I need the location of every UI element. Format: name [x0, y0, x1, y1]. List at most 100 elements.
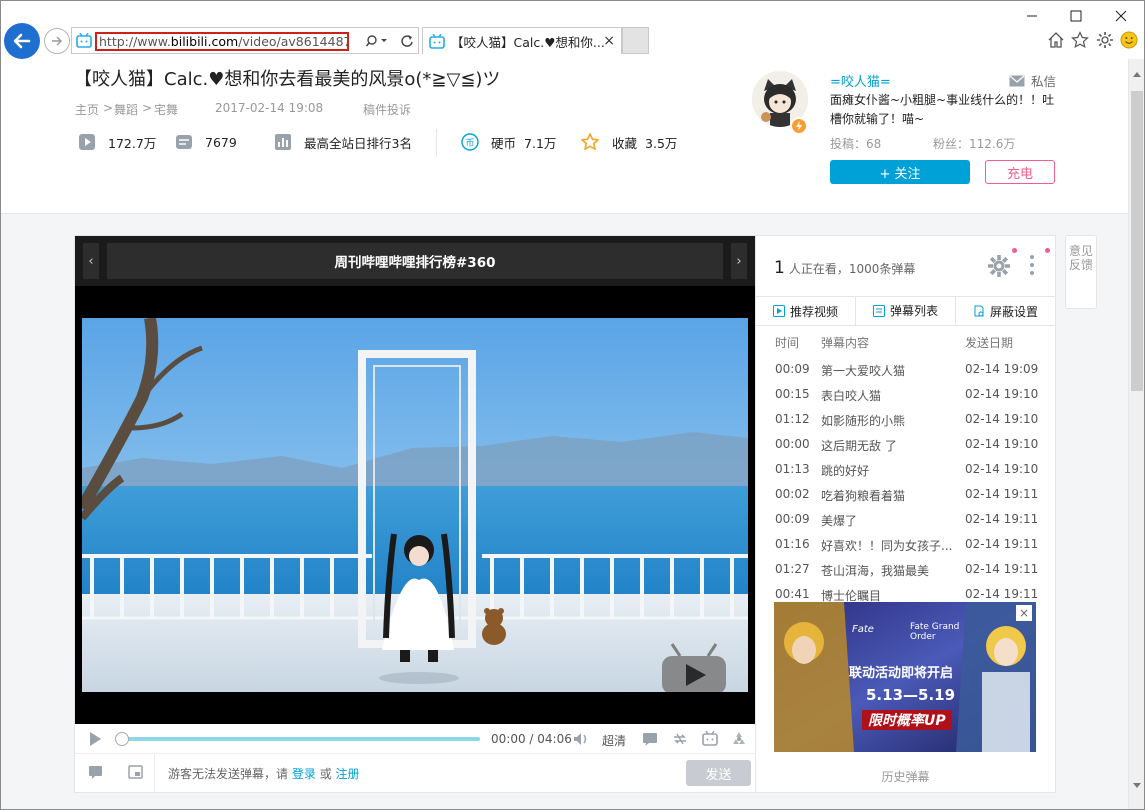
feedback-smiley-button[interactable]: [1118, 29, 1140, 51]
crumb-subcategory[interactable]: 宅舞: [154, 101, 178, 118]
refresh-icon[interactable]: [400, 34, 414, 48]
settings-gear-icon[interactable]: [987, 254, 1011, 278]
smiley-icon: [1120, 31, 1138, 49]
scroll-down-icon[interactable]: [1133, 783, 1141, 789]
forward-button[interactable]: [44, 28, 70, 54]
scroll-up-icon[interactable]: [1133, 71, 1141, 77]
danmaku-row[interactable]: 00:00 这后期无敌 了 02-14 19:10: [756, 433, 1055, 458]
login-hint: 游客无法发送弹幕，请 登录 或 注册: [168, 767, 360, 781]
danmaku-date: 02-14 19:10: [965, 412, 1039, 426]
favorites-button[interactable]: [1069, 29, 1091, 51]
follow-button[interactable]: + 关注: [830, 160, 970, 184]
arrow-right-icon: [52, 36, 62, 46]
volume-icon[interactable]: [573, 732, 589, 746]
danmaku-content: 吃着狗粮看着猫: [821, 489, 906, 503]
browser-window: http://www.bilibili.com/video/av8614487/…: [0, 0, 1145, 810]
danmaku-content: 第一大爱咬人猫: [821, 364, 906, 378]
scrollbar-thumb[interactable]: [1131, 91, 1143, 391]
danmaku-row[interactable]: 01:12 如影随形的小熊 02-14 19:10: [756, 408, 1055, 433]
bilibili-tv-icon[interactable]: [702, 731, 718, 746]
play-icon[interactable]: [87, 731, 103, 747]
ad-close-button[interactable]: ×: [1016, 605, 1032, 621]
danmaku-content: 如影随形的小熊: [821, 414, 906, 428]
tab-danmaku-list[interactable]: 弹幕列表: [856, 297, 956, 325]
danmaku-toggle-icon[interactable]: [642, 732, 658, 746]
tab-block-settings[interactable]: 屏蔽设置: [956, 297, 1055, 325]
progress-handle[interactable]: [115, 732, 129, 746]
page-content: 【咬人猫】Calc.♥想和你去看最美的风景o(*≧▽≦)ツ 主页 > 舞蹈 > …: [1, 59, 1128, 809]
address-bar[interactable]: http://www.bilibili.com/video/av8614487/: [71, 27, 419, 54]
ad-rateup: 限时概率UP: [862, 710, 952, 730]
arrow-left-icon: [13, 33, 31, 49]
danmaku-content: 这后期无敌 了: [821, 439, 897, 453]
tab-recommended[interactable]: 推荐视频: [756, 297, 856, 325]
close-icon: [1115, 10, 1127, 22]
maximize-button[interactable]: [1056, 5, 1096, 27]
crumb-home[interactable]: 主页: [75, 101, 99, 118]
rank-icon: [275, 134, 291, 150]
minimize-button[interactable]: [1012, 5, 1052, 27]
column-date[interactable]: 发送日期: [965, 334, 1013, 351]
play-count: 172.7万: [78, 129, 156, 155]
danmaku-row[interactable]: 01:16 好喜欢！！同为女孩子... 02-14 19:11: [756, 533, 1055, 558]
playlist-prev-button[interactable]: ‹: [83, 243, 99, 279]
vertical-scrollbar[interactable]: [1128, 59, 1144, 809]
danmaku-style-icon[interactable]: [88, 765, 104, 780]
loop-icon[interactable]: [672, 731, 688, 747]
danmaku-content: 表白咬人猫: [821, 389, 882, 403]
video-title: 【咬人猫】Calc.♥想和你去看最美的风景o(*≧▽≦)ツ: [74, 69, 501, 90]
danmaku-row[interactable]: 00:09 美爆了 02-14 19:11: [756, 508, 1055, 533]
quality-selector[interactable]: 超清: [602, 732, 626, 749]
danmaku-row[interactable]: 01:13 跳的好好 02-14 19:10: [756, 458, 1055, 483]
send-button[interactable]: 发送: [686, 760, 751, 786]
close-window-button[interactable]: [1101, 5, 1141, 27]
coin-button[interactable]: 币 硬币 7.1万: [461, 129, 556, 155]
playlist-bar: ‹ 周刊哔哩哔哩排行榜#360 ›: [75, 236, 755, 286]
mail-icon: [1009, 75, 1025, 86]
playlist-next-button[interactable]: ›: [731, 243, 747, 279]
crumb-separator: >: [142, 101, 153, 115]
danmaku-row[interactable]: 00:09 第一大爱咬人猫 02-14 19:09: [756, 358, 1055, 383]
favorite-button[interactable]: 收藏 3.5万: [580, 129, 677, 155]
fullscreen-icon[interactable]: [731, 731, 747, 747]
history-danmaku-link[interactable]: 历史弹幕: [756, 768, 1055, 785]
ad-fate-logo: Fate: [852, 624, 874, 635]
danmaku-sidebar: 1 人正在看，1000条弹幕 推荐视频 弹幕列表 屏蔽设置 时间 弹幕内容 发送…: [756, 235, 1056, 793]
danmaku-time: 01:16: [775, 537, 810, 551]
play-count-icon: [79, 134, 95, 150]
danmaku-settings-icon[interactable]: [128, 765, 144, 780]
private-message-button[interactable]: 私信: [1009, 71, 1056, 90]
home-button[interactable]: [1045, 29, 1067, 51]
column-time[interactable]: 时间: [775, 334, 799, 351]
uploader-fans: 粉丝：112.6万: [933, 137, 1016, 151]
danmaku-content: 苍山洱海，我猫最美: [821, 564, 930, 578]
danmaku-row[interactable]: 00:02 吃着狗粮看着猫 02-14 19:11: [756, 483, 1055, 508]
uploader-description: 面瘫女仆酱~小粗腿~事业线什么的！！吐槽你就输了！喵~: [830, 93, 1055, 126]
danmaku-row[interactable]: 01:27 苍山洱海，我猫最美 02-14 19:11: [756, 558, 1055, 583]
login-link[interactable]: 登录: [292, 767, 316, 781]
uploader-name[interactable]: =咬人猫=: [830, 71, 891, 90]
search-dropdown-icon[interactable]: [366, 34, 388, 48]
tools-button[interactable]: [1094, 29, 1116, 51]
fgo-advertisement[interactable]: Fate Fate Grand Order 联动活动即将开启 5.13—5.19…: [774, 602, 1036, 752]
url-text[interactable]: http://www.bilibili.com/video/av8614487/: [95, 32, 349, 51]
charge-button[interactable]: 充电: [985, 160, 1055, 184]
tab-close-icon[interactable]: ×: [603, 33, 615, 49]
gear-icon: [1097, 32, 1113, 48]
new-tab-button[interactable]: [622, 27, 649, 54]
browser-tab-active[interactable]: 【咬人猫】Calc.♥想和你... ×: [422, 27, 622, 54]
feedback-button[interactable]: 意见反馈: [1065, 235, 1097, 309]
column-content[interactable]: 弹幕内容: [821, 334, 869, 351]
register-link[interactable]: 注册: [336, 767, 360, 781]
rank-info[interactable]: 最高全站日排行3名: [274, 129, 412, 155]
back-button[interactable]: [4, 23, 40, 59]
video-screen[interactable]: [75, 286, 755, 724]
report-link[interactable]: 稿件投诉: [363, 101, 411, 118]
playlist-title[interactable]: 周刊哔哩哔哩排行榜#360: [107, 243, 723, 279]
crumb-category[interactable]: 舞蹈: [114, 101, 138, 118]
more-options-icon[interactable]: [1029, 254, 1035, 276]
progress-bar[interactable]: [118, 737, 480, 741]
notification-dot: [1045, 248, 1050, 253]
danmaku-row[interactable]: 00:15 表白咬人猫 02-14 19:10: [756, 383, 1055, 408]
danmaku-time: 01:27: [775, 562, 810, 576]
